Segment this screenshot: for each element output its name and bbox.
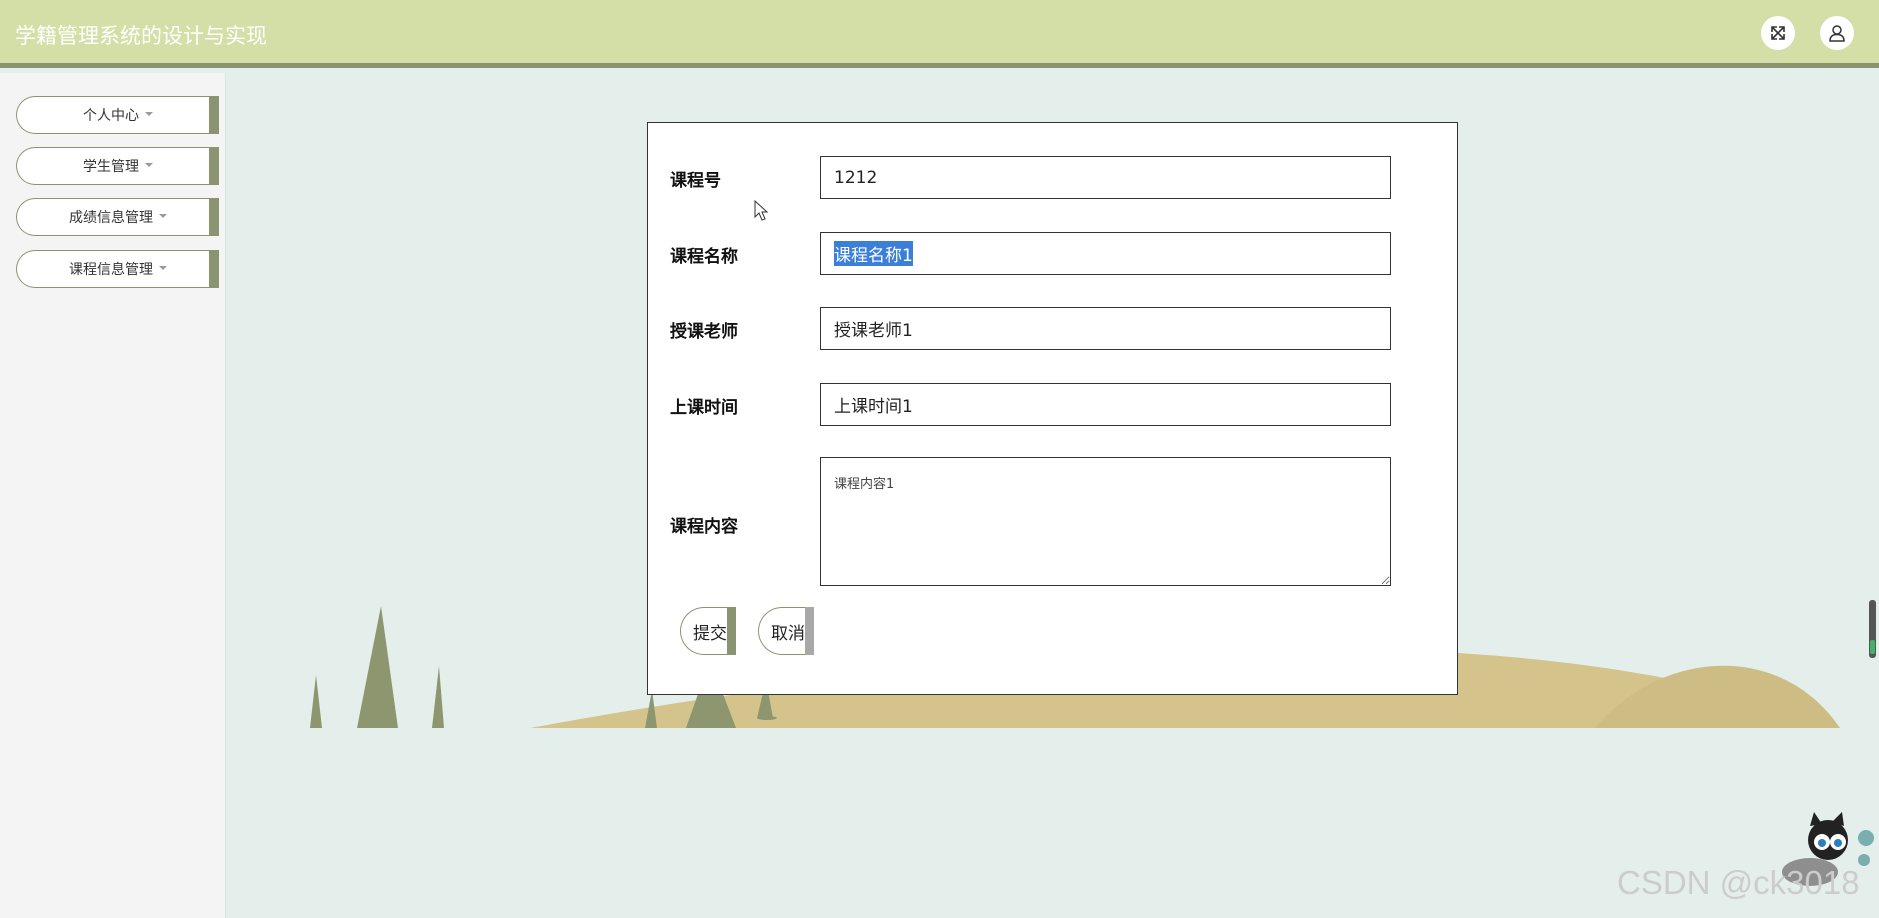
sidebar-item-accent [209, 147, 219, 185]
selected-text: 课程名称1 [834, 241, 913, 266]
caret-down-icon [159, 214, 167, 218]
submit-button[interactable]: 提交 [680, 607, 736, 655]
sidebar-item-accent [209, 96, 219, 134]
sidebar-item-label: 成绩信息管理 [69, 210, 153, 226]
class-time-input[interactable] [820, 383, 1391, 426]
course-number-input[interactable] [820, 156, 1391, 199]
sidebar: 个人中心 学生管理 成绩信息管理 课程信息管理 [0, 73, 226, 918]
teacher-label: 授课老师 [670, 322, 738, 342]
course-number-label: 课程号 [670, 171, 721, 191]
sidebar-item-label: 课程信息管理 [69, 262, 153, 278]
course-name-label: 课程名称 [670, 247, 738, 267]
top-header: 学籍管理系统的设计与实现 [0, 0, 1879, 68]
tree-shape [432, 666, 444, 728]
sidebar-item-grade-management[interactable]: 成绩信息管理 [16, 198, 219, 236]
course-content-label: 课程内容 [670, 517, 738, 537]
sidebar-item-personal-center[interactable]: 个人中心 [16, 96, 219, 134]
user-button[interactable] [1820, 16, 1854, 50]
watermark-text: CSDN @ck3018 [1617, 864, 1860, 901]
tree-shape [357, 606, 398, 728]
scroll-indicator[interactable] [1869, 600, 1876, 658]
sidebar-item-accent [209, 198, 219, 236]
submit-button-accent [727, 607, 736, 655]
app-title: 学籍管理系统的设计与实现 [15, 24, 267, 48]
cancel-button-accent [805, 607, 814, 655]
mouse-cursor-icon [754, 200, 769, 221]
tree-shape [645, 690, 657, 728]
class-time-label: 上课时间 [670, 398, 738, 418]
teacher-input[interactable] [820, 307, 1391, 350]
sidebar-item-label: 个人中心 [83, 108, 139, 124]
caret-down-icon [159, 266, 167, 270]
user-icon [1829, 25, 1845, 42]
hill-shade [1595, 665, 1840, 728]
cancel-button-label: 取消 [771, 623, 805, 644]
submit-button-label: 提交 [693, 623, 727, 644]
sidebar-item-accent [209, 250, 219, 288]
tree-shape [310, 675, 322, 728]
expand-arrows-icon [1771, 26, 1785, 40]
cancel-button[interactable]: 取消 [758, 607, 814, 655]
caret-down-icon [145, 112, 153, 116]
scroll-indicator-fill [1870, 640, 1875, 654]
tree-base [757, 716, 777, 720]
caret-down-icon [145, 163, 153, 167]
fullscreen-button[interactable] [1761, 16, 1795, 50]
sidebar-item-course-management[interactable]: 课程信息管理 [16, 250, 219, 288]
sidebar-item-label: 学生管理 [83, 159, 139, 175]
sidebar-item-student-management[interactable]: 学生管理 [16, 147, 219, 185]
course-name-input[interactable]: 课程名称1 [820, 232, 1391, 275]
course-content-textarea[interactable]: 课程内容1 [820, 457, 1391, 586]
